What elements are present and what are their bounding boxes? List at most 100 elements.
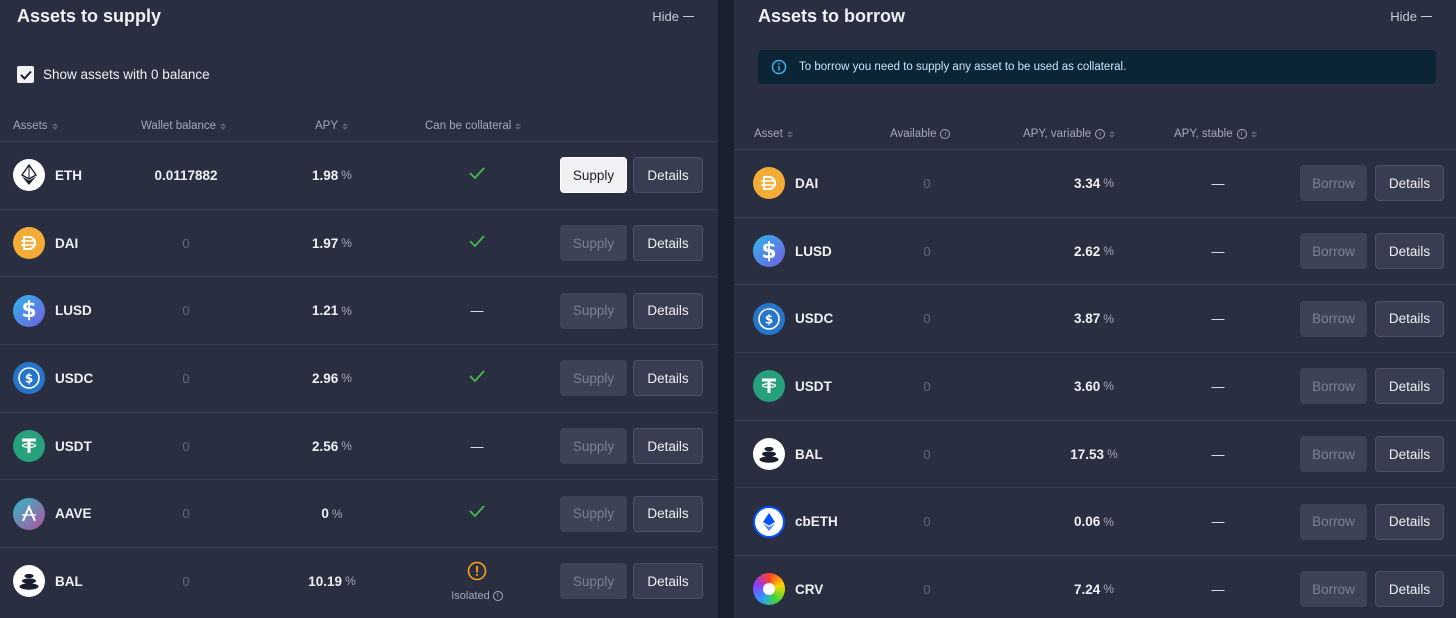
apy-variable-cell: 2.62% <box>1029 218 1159 285</box>
details-button[interactable]: Details <box>1375 165 1444 202</box>
asset-symbol: LUSD <box>795 243 832 259</box>
details-button[interactable]: Details <box>633 428 703 465</box>
supply-hide-toggle[interactable]: Hide <box>652 9 694 24</box>
details-button[interactable]: Details <box>1375 233 1444 270</box>
supply-button[interactable]: Supply <box>560 428 627 465</box>
crv-token-icon <box>753 573 785 606</box>
percent-sign: % <box>1103 176 1114 191</box>
asset-cell[interactable]: DAI <box>13 210 78 277</box>
asset-cell[interactable]: USDT <box>753 353 832 420</box>
details-button-cell: Details <box>1375 353 1444 420</box>
asset-cell[interactable]: BAL <box>13 548 83 615</box>
borrow-button[interactable]: Borrow <box>1300 436 1367 473</box>
header-available[interactable]: Available i <box>890 128 951 140</box>
details-button[interactable]: Details <box>633 292 703 329</box>
header-apy-label: APY <box>315 120 339 132</box>
wallet-balance-cell: 0 <box>136 548 236 615</box>
apy-cell: 2.96% <box>282 345 382 412</box>
available-value: 0 <box>923 446 931 462</box>
apy-stable-value: — <box>1211 378 1225 394</box>
details-button[interactable]: Details <box>633 225 703 262</box>
borrow-hide-toggle[interactable]: Hide <box>1390 9 1432 24</box>
header-wallet-balance-label: Wallet balance <box>141 120 217 132</box>
asset-cell[interactable]: $ USDC <box>13 345 93 412</box>
available-cell: 0 <box>877 556 977 618</box>
percent-sign: % <box>341 236 352 251</box>
details-button[interactable]: Details <box>1375 368 1444 405</box>
asset-cell[interactable]: cbETH <box>753 488 838 555</box>
header-apy-stable[interactable]: APY, stable i <box>1174 128 1257 140</box>
table-row: $ LUSD 0 2.62% — Borrow Details <box>734 216 1456 285</box>
percent-sign: % <box>341 371 352 386</box>
available-cell: 0 <box>877 488 977 555</box>
apy-cell: 1.98% <box>282 142 382 209</box>
asset-cell[interactable]: USDT <box>13 413 92 480</box>
asset-cell[interactable]: $ LUSD <box>13 277 92 344</box>
asset-symbol: cbETH <box>795 514 838 530</box>
details-button[interactable]: Details <box>1375 300 1444 337</box>
percent-sign: % <box>1107 447 1118 462</box>
borrow-button[interactable]: Borrow <box>1300 503 1367 540</box>
wallet-balance: 0 <box>182 370 190 386</box>
info-icon[interactable]: i <box>940 129 951 139</box>
details-button[interactable]: Details <box>1375 436 1444 473</box>
asset-cell[interactable]: $ USDC <box>753 285 833 352</box>
asset-cell[interactable]: DAI <box>753 150 818 217</box>
borrow-button[interactable]: Borrow <box>1300 233 1367 270</box>
supply-button[interactable]: Supply <box>560 360 627 397</box>
supply-button[interactable]: Supply <box>560 292 627 329</box>
details-button[interactable]: Details <box>1375 503 1444 540</box>
apy-value: 1.98 <box>312 167 339 183</box>
apy-variable-cell: 17.53% <box>1029 421 1159 488</box>
apy-value: 1.21 <box>312 303 339 319</box>
details-button[interactable]: Details <box>633 360 703 397</box>
details-button-cell: Details <box>633 142 703 209</box>
borrow-button[interactable]: Borrow <box>1300 571 1367 608</box>
details-button[interactable]: Details <box>1375 571 1444 608</box>
dai-token-icon <box>13 227 45 260</box>
apy-variable-cell: 3.87% <box>1029 285 1159 352</box>
borrow-button-cell: Borrow <box>1300 353 1367 420</box>
lusd-token-icon: $ <box>13 294 45 327</box>
details-button[interactable]: Details <box>633 563 703 600</box>
asset-cell[interactable]: $ LUSD <box>753 218 832 285</box>
apy-stable-cell: — <box>1168 218 1268 285</box>
table-row: BAL 0 10.19% Isolated i Supply Details <box>0 547 718 615</box>
details-button[interactable]: Details <box>633 495 703 532</box>
asset-cell[interactable]: BAL <box>753 421 823 488</box>
header-assets[interactable]: Assets <box>13 120 58 132</box>
lusd-token-icon: $ <box>753 235 785 268</box>
header-collateral[interactable]: Can be collateral <box>425 120 522 132</box>
available-cell: 0 <box>877 421 977 488</box>
header-apy-variable[interactable]: APY, variable i <box>1023 128 1116 140</box>
supply-button[interactable]: Supply <box>560 563 627 600</box>
borrow-header: Assets to borrow Hide <box>734 0 1456 36</box>
asset-symbol: AAVE <box>55 506 92 522</box>
asset-cell[interactable]: CRV <box>753 556 823 618</box>
asset-cell[interactable]: ETH <box>13 142 82 209</box>
usdt-token-icon <box>13 430 45 463</box>
available-value: 0 <box>923 311 931 327</box>
borrow-button-cell: Borrow <box>1300 421 1367 488</box>
borrow-button[interactable]: Borrow <box>1300 368 1367 405</box>
asset-cell[interactable]: AAVE <box>13 480 92 547</box>
sort-icon <box>515 122 522 130</box>
usdt-token-icon <box>753 370 785 403</box>
details-button[interactable]: Details <box>633 157 703 194</box>
supply-button[interactable]: Supply <box>560 157 627 194</box>
show-zero-balance-toggle[interactable]: Show assets with 0 balance <box>17 66 210 83</box>
info-icon[interactable]: i <box>1236 129 1247 139</box>
header-asset[interactable]: Asset <box>754 128 793 140</box>
info-icon[interactable]: i <box>1095 129 1106 139</box>
header-apy[interactable]: APY <box>315 120 349 132</box>
supply-button[interactable]: Supply <box>560 225 627 262</box>
header-wallet-balance[interactable]: Wallet balance <box>141 120 227 132</box>
supply-button[interactable]: Supply <box>560 495 627 532</box>
isolated-tooltip-trigger[interactable]: Isolated i <box>451 590 503 602</box>
header-asset-label: Asset <box>754 128 783 140</box>
borrow-button[interactable]: Borrow <box>1300 165 1367 202</box>
checkbox-checked-icon[interactable] <box>17 66 34 83</box>
supply-panel: Assets to supply Hide Show assets with 0… <box>0 0 718 618</box>
borrow-button-cell: Borrow <box>1300 488 1367 555</box>
borrow-button[interactable]: Borrow <box>1300 300 1367 337</box>
